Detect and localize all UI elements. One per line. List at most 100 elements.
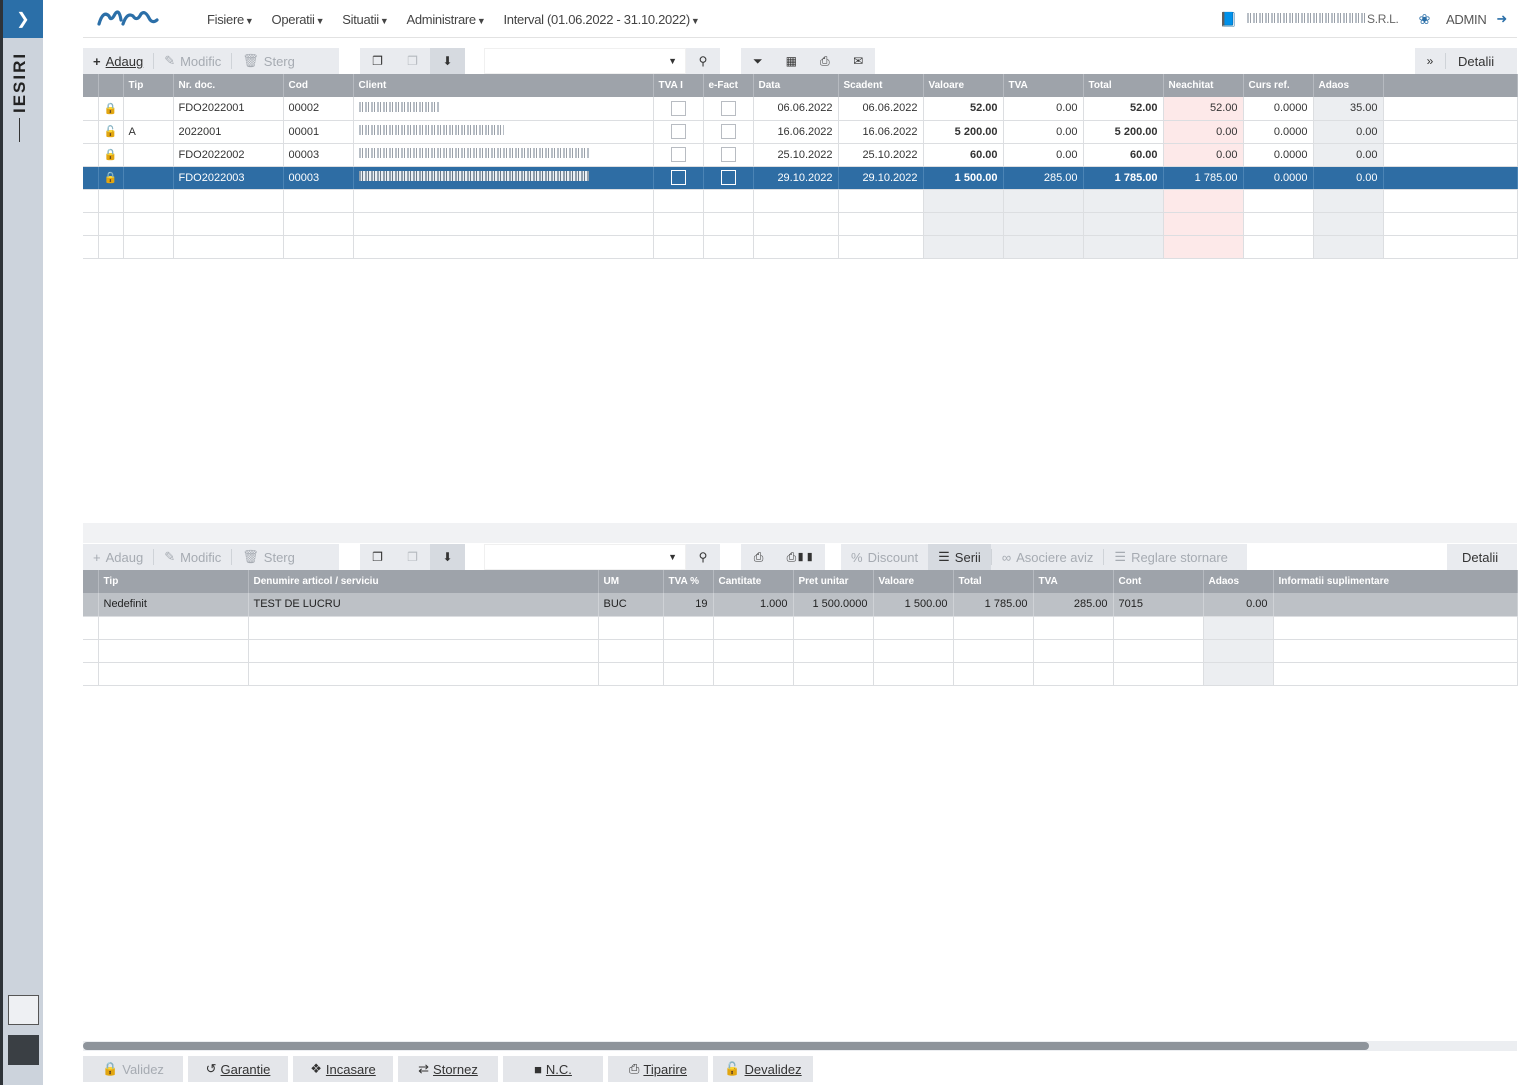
table-row[interactable]: Nedefinit TEST DE LUCRU BUC 19 1.000 1 5… [83,593,1518,617]
search-icon[interactable]: ⚲ [686,48,720,74]
edit-button[interactable]: ✎ Modific [154,48,231,74]
details-button[interactable]: Detalii [1446,48,1504,74]
col-header-scadent[interactable]: Scadent [838,74,924,97]
col-header-tip[interactable]: Tip [98,570,249,593]
menu-fisiere[interactable]: Fisiere▼ [207,12,254,27]
print-icon[interactable]: ⎙ [808,48,842,74]
unlock-icon[interactable]: 🔓 [98,120,124,144]
delete-line-button[interactable]: 🗑 Sterg [232,544,305,570]
col-header-tva[interactable]: TVA [1033,570,1114,593]
col-header-valoare[interactable]: Valoare [873,570,954,593]
dark-theme-swatch[interactable] [8,1035,39,1065]
col-header-data[interactable]: Data [753,74,839,97]
download-icon[interactable]: ⬇ [430,48,465,74]
col-header-adaos[interactable]: Adaos [1313,74,1384,97]
efact-checkbox[interactable] [720,170,736,185]
col-header-tip[interactable]: Tip [123,74,174,97]
reverse-button[interactable]: ⇄ Stornez [398,1056,498,1082]
table-row[interactable]: 🔒 FDO2022002 00003 25.10.2022 25.10.2022… [83,143,1518,167]
print-barcode-icon[interactable]: ⎙▮▮ [776,544,825,570]
horizontal-scrollbar[interactable] [83,1041,1517,1051]
col-header[interactable] [98,74,124,97]
col-header-tva-pct[interactable]: TVA % [663,570,714,593]
delete-button[interactable]: 🗑 Sterg [232,48,305,74]
col-header-efact[interactable]: e-Fact [703,74,754,97]
email-icon[interactable]: ✉ [842,48,876,74]
paste-icon[interactable]: ❐ [395,544,430,570]
col-header-info[interactable]: Informatii suplimentare [1273,570,1518,593]
efact-checkbox[interactable] [720,147,736,162]
lines-filter-combo[interactable]: ▼ [484,544,686,570]
copy-icon[interactable]: ❐ [360,48,395,74]
light-theme-swatch[interactable] [8,995,39,1025]
print-button[interactable]: ⎙ Tiparire [608,1056,708,1082]
company-name[interactable]: S.R.L. [1247,12,1399,26]
table-row[interactable]: 🔒 FDO2022001 00002 06.06.2022 06.06.2022… [83,97,1518,121]
payment-button[interactable]: ❖ Incasare [293,1056,393,1082]
efact-checkbox[interactable] [720,124,736,139]
lock-icon[interactable]: 🔒 [98,143,124,167]
menu-situatii[interactable]: Situatii▼ [342,12,389,27]
expand-icon[interactable]: » [1415,48,1445,74]
col-header-curs-ref[interactable]: Curs ref. [1243,74,1314,97]
paste-icon[interactable]: ❐ [395,48,430,74]
col-header-tva[interactable]: TVA [1003,74,1084,97]
tva-i-checkbox[interactable] [670,100,686,116]
add-line-button[interactable]: + Adaug [83,544,153,570]
series-button[interactable]: ☰ Serii [928,544,991,570]
pane-splitter[interactable] [83,523,1517,543]
col-header-cod[interactable]: Cod [283,74,354,97]
collapse-icon[interactable]: ❯ [3,0,43,38]
filter-combo[interactable]: ▼ [484,48,686,74]
lock-icon[interactable]: 🔒 [98,166,124,190]
scrollbar-thumb[interactable] [83,1042,1369,1050]
col-header-neachitat[interactable]: Neachitat [1163,74,1244,97]
efact-checkbox[interactable] [720,100,736,116]
col-header-valoare[interactable]: Valoare [923,74,1004,97]
edit-line-button[interactable]: ✎ Modific [154,544,231,570]
col-header-denumire[interactable]: Denumire articol / serviciu [248,570,599,593]
tva-i-checkbox[interactable] [670,124,686,139]
col-header-tva-i[interactable]: TVA I [653,74,704,97]
details-button[interactable]: Detalii [1447,544,1508,570]
invalidate-button[interactable]: 🔓 Devalidez [713,1056,813,1082]
col-header-client[interactable]: Client [353,74,654,97]
credit-note-button[interactable]: ■ N.C. [503,1056,603,1082]
bug-icon[interactable]: ❀ [1419,11,1431,28]
folder-icon[interactable]: ▦ [775,48,809,74]
reversal-button[interactable]: ☰ Reglare stornare [1104,544,1237,570]
print-icon[interactable]: ⎙ [741,544,776,570]
col-header[interactable] [83,74,99,97]
col-header-um[interactable]: UM [598,570,664,593]
book-icon[interactable]: 📘 [1220,11,1237,28]
col-header-total[interactable]: Total [953,570,1034,593]
user-name[interactable]: ADMIN [1446,12,1487,27]
copy-icon[interactable]: ❐ [360,544,395,570]
tva-i-checkbox[interactable] [670,170,686,185]
caret-down-icon: ▼ [668,552,677,562]
table-row[interactable]: 🔓 A 2022001 00001 16.06.2022 16.06.2022 … [83,120,1518,144]
menu-administrare[interactable]: Administrare▼ [407,12,486,27]
validate-button[interactable]: 🔒 Validez [83,1056,183,1082]
logout-icon[interactable]: ➜ [1496,11,1507,27]
filter-icon[interactable]: ⏷ [741,48,775,74]
tva-i-checkbox[interactable] [670,147,686,162]
col-header-cont[interactable]: Cont [1113,570,1204,593]
menu-operatii[interactable]: Operatii▼ [272,12,325,27]
download-icon[interactable]: ⬇ [430,544,465,570]
col-header-adaos[interactable]: Adaos [1203,570,1274,593]
discount-button[interactable]: % Discount [841,544,928,570]
col-header-cantitate[interactable]: Cantitate [713,570,794,593]
search-icon[interactable]: ⚲ [686,544,720,570]
link-notice-button[interactable]: ∞ Asociere aviz [992,544,1104,570]
lock-icon: 🔒 [102,1061,119,1076]
menu-interval[interactable]: Interval (01.06.2022 - 31.10.2022)▼ [503,12,699,27]
empty-row [83,639,1518,663]
table-row-selected[interactable]: 🔒 FDO2022003 00003 29.10.2022 29.10.2022… [83,166,1518,190]
col-header-pret[interactable]: Pret unitar [793,570,874,593]
add-button[interactable]: + Adaug [83,48,153,74]
warranty-button[interactable]: ↺ Garantie [188,1056,288,1082]
col-header-total[interactable]: Total [1083,74,1164,97]
lock-icon[interactable]: 🔒 [98,97,124,121]
col-header-nr-doc[interactable]: Nr. doc. [173,74,284,97]
